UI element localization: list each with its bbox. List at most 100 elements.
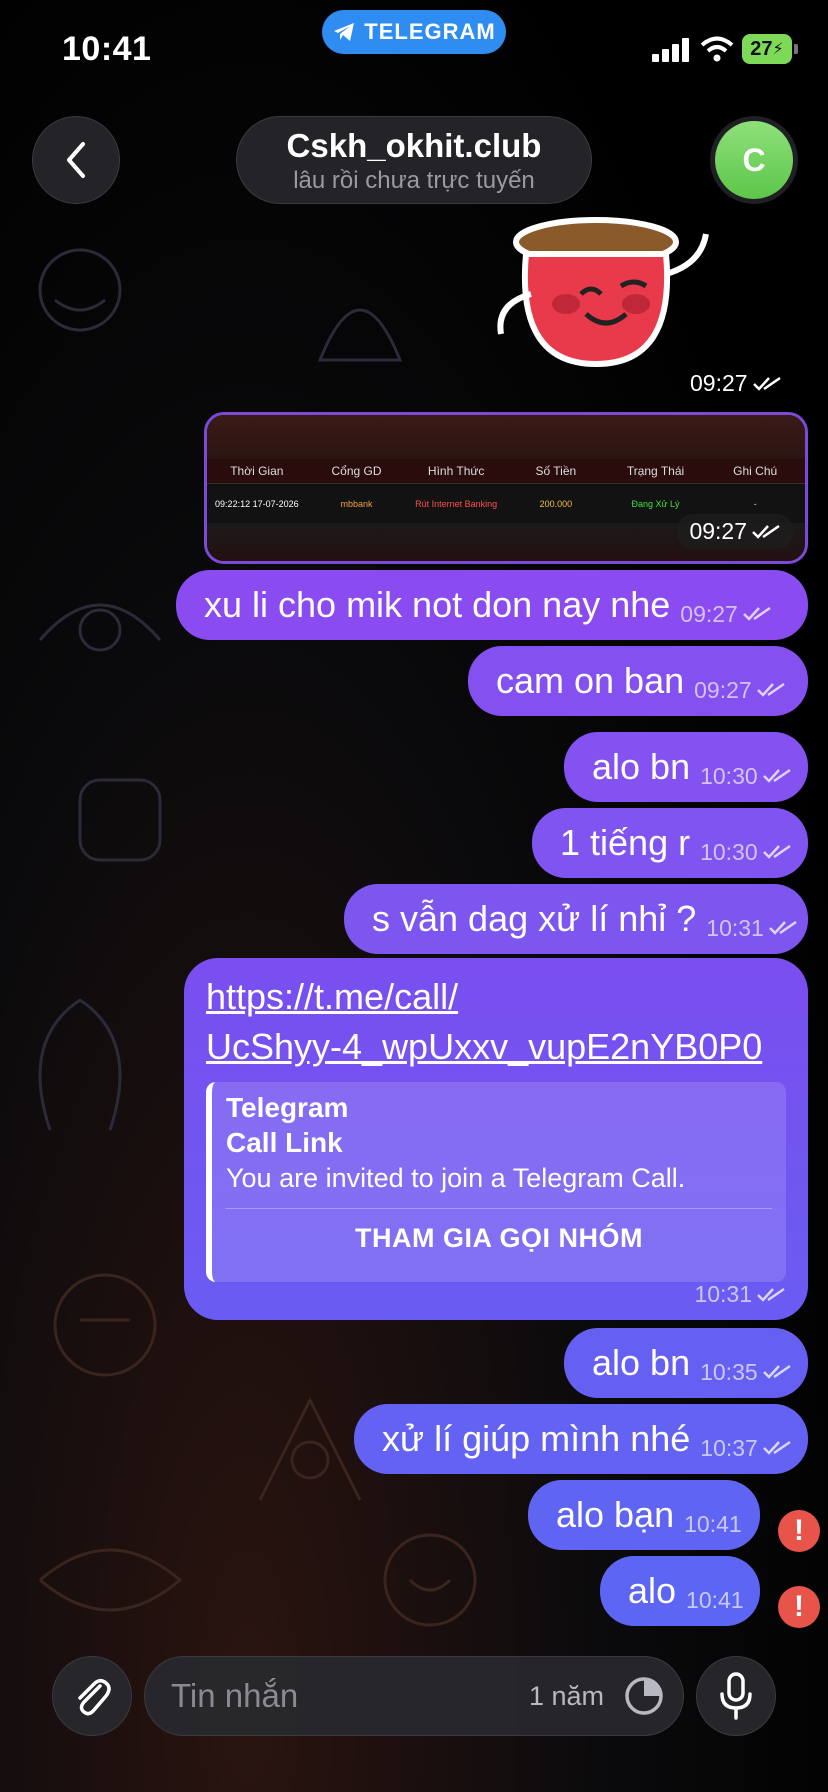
join-call-button[interactable]: THAM GIA GỌI NHÓM [226,1223,772,1254]
message-text: alo [628,1570,677,1611]
message-time: 09:27 [690,370,748,396]
message-input[interactable]: Tin nhắn 1 năm [144,1656,684,1736]
message-bubble[interactable]: alo 10:41 [600,1556,760,1626]
wallpaper-doodle [78,778,162,862]
message-meta: 10:35 [700,1359,792,1386]
double-check-icon [762,844,791,859]
message-bubble[interactable]: cam on ban 09:27 [468,646,808,716]
message-text: cam on ban [496,660,685,701]
sticker-meta: 09:27 [690,370,782,397]
wallpaper-doodle [38,603,162,652]
message-meta: 10:41 [686,1587,744,1614]
message-text: xử lí giúp mình nhé [382,1418,691,1459]
wifi-icon [700,36,734,62]
table-cell: 09:22:12 17-07-2026 [215,498,299,509]
message-time: 09:27 [680,600,738,627]
message-time: 10:35 [700,1358,758,1385]
table-header-cell: Ghi Chú [733,464,778,478]
message-time: 10:41 [684,1510,742,1537]
message-time: 10:30 [700,838,758,865]
message-bubble[interactable]: alo bn 10:30 [564,732,808,802]
double-check-icon [762,768,791,783]
call-link[interactable]: https://t.me/call/ [206,972,786,1022]
microphone-icon [720,1672,752,1720]
table-header-cell: Số Tiền [535,464,577,478]
error-icon[interactable]: ! [778,1510,820,1552]
attach-button[interactable] [52,1656,132,1736]
message-text: 1 tiếng r [560,822,691,863]
timer-icon[interactable] [623,1675,665,1717]
telegram-pill-label: TELEGRAM [364,19,496,44]
avatar[interactable]: C [710,116,798,204]
message-time: 10:31 [694,1281,752,1307]
message-time: 09:27 [694,676,752,703]
auto-delete-label[interactable]: 1 năm [529,1681,604,1712]
table-header-cell: Hình Thức [427,464,485,478]
message-meta: 10:37 [700,1435,792,1462]
screenshot-meta: 09:27 [677,514,793,549]
table-cell: mbbank [340,498,373,509]
message-bubble[interactable]: alo bn 10:35 [564,1328,808,1398]
message-meta: 10:31 [694,1281,786,1308]
battery-indicator: 27 ⚡ [742,34,798,64]
error-icon[interactable]: ! [778,1586,820,1628]
message-input-placeholder: Tin nhắn [171,1677,299,1714]
telegram-pill[interactable]: TELEGRAM [322,10,506,54]
double-check-icon [752,376,781,391]
status-bar: 10:41 TELEGRAM 27 ⚡ [0,0,828,100]
message-bubble[interactable]: 1 tiếng r 10:30 [532,808,808,878]
message-text: s vẫn dag xử lí nhỉ ? [372,898,697,939]
message-bubble[interactable]: xu li cho mik not don nay nhe 09:27 [176,570,808,640]
call-link-message[interactable]: https://t.me/call/ UcShyy-4_wpUxxv_vupE2… [184,958,808,1320]
message-time: 10:37 [700,1434,758,1461]
message-time: 10:30 [700,762,758,789]
message-time: 10:41 [686,1586,744,1613]
wallpaper-doodle [39,1548,183,1612]
call-link-cont[interactable]: UcShyy-4_wpUxxv_vupE2nYB0P0 [206,1022,786,1072]
wallpaper-doodle [53,1273,157,1377]
avatar-letter: C [715,121,793,199]
chat-title-pill[interactable]: Cskh_okhit.club lâu rồi chưa trực tuyến [236,116,592,204]
message-meta: 10:30 [700,839,792,866]
table-cell: Rút Internet Banking [415,498,498,509]
double-check-icon [757,1287,785,1302]
chat-screen: 10:41 TELEGRAM 27 ⚡ Cskh_okhit.club lâu r… [0,0,828,1792]
message-text: alo bạn [556,1494,675,1535]
message-time: 10:31 [706,914,764,941]
message-meta: 10:41 [684,1511,742,1538]
message-meta: 09:27 [680,601,772,628]
preview-site-name: Telegram [226,1092,349,1123]
signal-icon [652,38,689,62]
wallpaper-doodle [317,308,403,362]
back-button[interactable] [32,116,120,204]
status-time: 10:41 [62,30,152,68]
telegram-icon [334,23,355,41]
preview-description: You are invited to join a Telegram Call. [226,1163,686,1193]
chevron-left-icon [67,142,85,178]
message-bubble[interactable]: s vẫn dag xử lí nhỉ ? 10:31 [344,884,808,954]
screenshot-image[interactable]: Thời Gian Cổng GD Hình Thức Số Tiền Trạn… [204,412,808,564]
table-cell: - [753,498,757,509]
chat-status: lâu rồi chưa trực tuyến [293,167,535,194]
table-header-cell: Trạng Thái [626,464,685,478]
message-bubble[interactable]: alo bạn 10:41 [528,1480,760,1550]
preview-title: Call Link [226,1127,343,1158]
message-meta: 09:27 [694,677,786,704]
double-check-icon [752,524,780,539]
message-bubble[interactable]: xử lí giúp mình nhé 10:37 [354,1404,808,1474]
double-check-icon [768,920,797,935]
double-check-icon [762,1364,791,1379]
table-cell: Đang Xử Lý [631,498,680,509]
microphone-button[interactable] [696,1656,776,1736]
double-check-icon [756,682,785,697]
table-header-cell: Cổng GD [331,464,382,478]
link-preview[interactable]: Telegram Call Link You are invited to jo… [206,1082,786,1282]
battery-level: 27 [750,37,773,60]
table-cell: 200.000 [539,498,573,509]
wallpaper-doodle [38,248,122,332]
wallpaper-doodle [383,1533,477,1627]
message-meta: 10:30 [700,763,792,790]
divider [226,1208,772,1209]
jar-sticker[interactable] [486,214,726,374]
paperclip-icon [78,1679,111,1716]
